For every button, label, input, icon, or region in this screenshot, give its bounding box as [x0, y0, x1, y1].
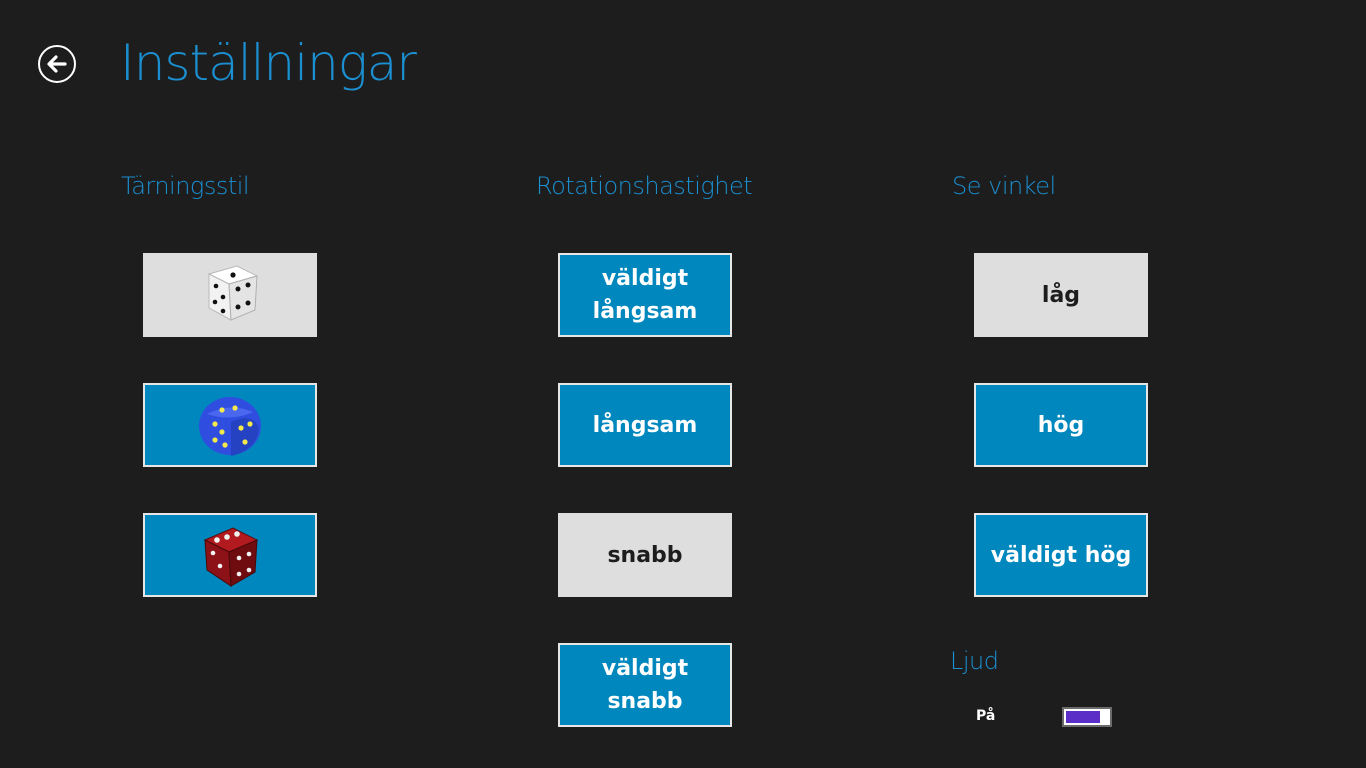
blue-die-icon [199, 397, 261, 456]
settings-page: Inställningar Tärningsstil Rotationshast… [0, 0, 1366, 768]
sound-title: Ljud [950, 647, 999, 675]
back-arrow-icon [47, 55, 67, 73]
rotation-very-slow-label: väldigt långsam [592, 266, 698, 324]
sound-toggle-thumb [1100, 709, 1110, 725]
rotation-slow-label: långsam [592, 412, 698, 438]
view-angle-very-high-label: väldigt hög [990, 542, 1132, 568]
view-angle-very-high-button[interactable]: väldigt hög [974, 513, 1148, 597]
white-die-icon [207, 265, 259, 321]
page-title: Inställningar [120, 34, 417, 92]
dice-style-title: Tärningsstil [121, 172, 250, 200]
dice-style-white-button[interactable] [143, 253, 317, 337]
sound-toggle[interactable] [1062, 707, 1112, 727]
dice-style-blue-button[interactable] [143, 383, 317, 467]
back-button[interactable] [38, 45, 76, 83]
rotation-very-fast-label: väldigt snabb [601, 656, 689, 714]
view-angle-low-label: låg [1041, 282, 1081, 308]
sound-state-label: På [976, 708, 996, 724]
rotation-speed-title: Rotationshastighet [536, 172, 753, 200]
view-angle-low-button[interactable]: låg [974, 253, 1148, 337]
rotation-fast-label: snabb [607, 542, 683, 568]
view-angle-title: Se vinkel [952, 172, 1056, 200]
view-angle-high-button[interactable]: hög [974, 383, 1148, 467]
sound-toggle-fill [1066, 711, 1100, 723]
rotation-very-fast-button[interactable]: väldigt snabb [558, 643, 732, 727]
view-angle-high-label: hög [1037, 412, 1085, 438]
rotation-very-slow-button[interactable]: väldigt långsam [558, 253, 732, 337]
red-die-icon [203, 527, 259, 587]
rotation-slow-button[interactable]: långsam [558, 383, 732, 467]
dice-style-red-button[interactable] [143, 513, 317, 597]
rotation-fast-button[interactable]: snabb [558, 513, 732, 597]
